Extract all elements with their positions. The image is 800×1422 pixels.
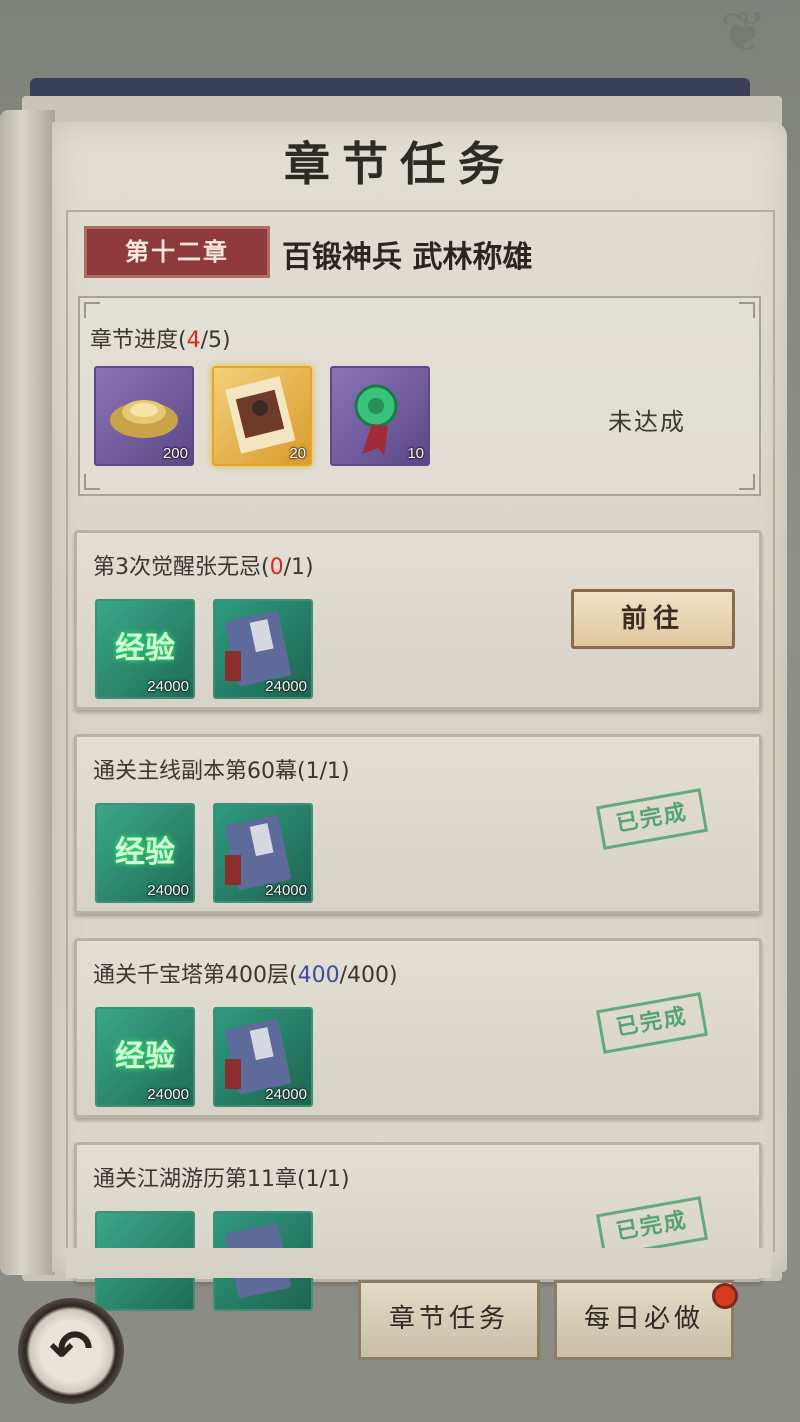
reward-count: 24000 [147, 678, 189, 695]
reward-count: 24000 [147, 882, 189, 899]
completed-stamp: 已完成 [595, 788, 709, 850]
task-title: 通关主线副本第60幕(1/1) [93, 759, 350, 784]
task-card: 通关千宝塔第400层(400/400) 经验 24000 24000 已完成 [74, 938, 762, 1118]
reward-golden-card[interactable]: 20 [212, 366, 312, 466]
reward-count: 24000 [265, 1086, 307, 1103]
chapter-badge: 第十二章 [84, 226, 270, 278]
task-title: 通关千宝塔第400层(400/400) [93, 963, 398, 988]
notification-dot [712, 1283, 738, 1309]
exp-label: 经验 [115, 835, 175, 870]
reward-book[interactable]: 24000 [213, 1007, 313, 1107]
task-card: 通关主线副本第60幕(1/1) 经验 24000 24000 已完成 [74, 734, 762, 914]
reward-exp[interactable]: 经验 24000 [95, 803, 195, 903]
bamboo-leaf-icon: ❦ [720, 0, 767, 65]
book-spine [0, 110, 55, 1275]
back-arrow-icon: ↶ [49, 1320, 93, 1380]
task-title: 第3次觉醒张无忌(0/1) [93, 555, 314, 580]
reward-count: 24000 [147, 1086, 189, 1103]
go-button[interactable]: 前往 [571, 589, 735, 649]
reward-exp[interactable]: 经验 24000 [95, 599, 195, 699]
reward-count: 24000 [265, 882, 307, 899]
back-button[interactable]: ↶ [18, 1298, 124, 1404]
exp-label: 经验 [115, 631, 175, 666]
chapter-name: 百锻神兵 武林称雄 [282, 240, 533, 275]
corner-ornament [739, 302, 755, 318]
reward-count: 20 [289, 445, 306, 462]
reward-gold-ingot[interactable]: 200 [94, 366, 194, 466]
exp-label: 经验 [115, 1039, 175, 1074]
chapter-status: 未达成 [608, 408, 686, 436]
tab-chapter-tasks[interactable]: 章节任务 [358, 1280, 540, 1360]
reward-jade-pendant[interactable]: 10 [330, 366, 430, 466]
completed-stamp: 已完成 [595, 992, 709, 1054]
reward-count: 200 [162, 445, 188, 462]
page-title: 章节任务 [284, 137, 516, 191]
chapter-progress-label: 章节进度(4/5) [90, 328, 231, 353]
corner-ornament [84, 302, 100, 318]
corner-ornament [739, 474, 755, 490]
task-title: 通关江湖游历第11章(1/1) [93, 1167, 350, 1192]
reward-count: 24000 [265, 678, 307, 695]
reward-exp[interactable]: 经验 24000 [95, 1007, 195, 1107]
tab-daily-tasks[interactable]: 每日必做 [554, 1280, 734, 1360]
reward-book[interactable]: 24000 [213, 803, 313, 903]
reward-book[interactable]: 24000 [213, 599, 313, 699]
reward-count: 10 [407, 445, 424, 462]
task-card: 第3次觉醒张无忌(0/1) 经验 24000 24000 前往 [74, 530, 762, 710]
corner-ornament [84, 474, 100, 490]
page-bottom-edge [66, 1248, 771, 1278]
